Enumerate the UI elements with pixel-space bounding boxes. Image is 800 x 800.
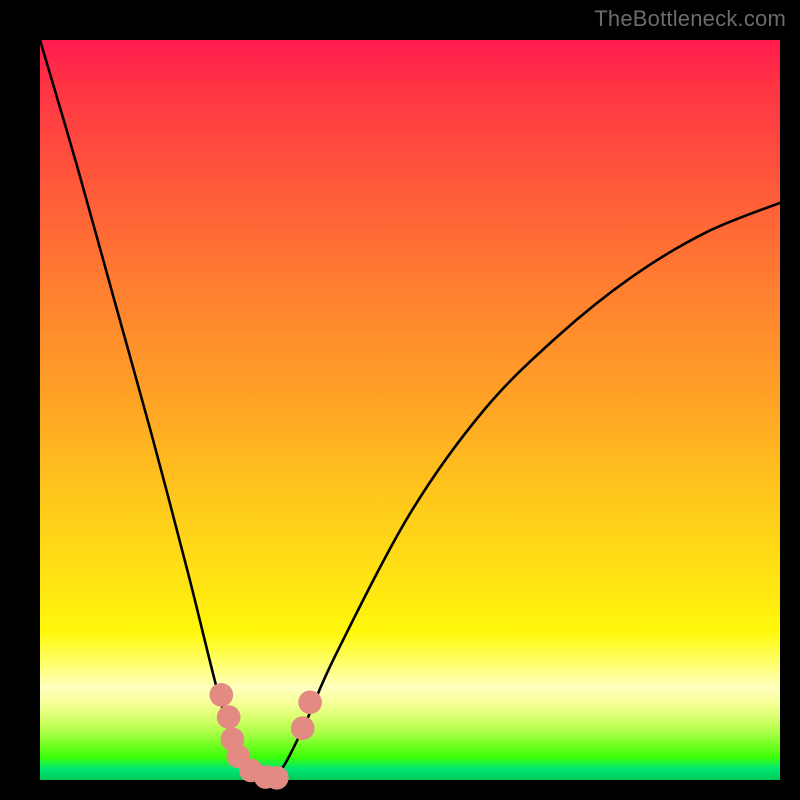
- curve-marker: [217, 705, 241, 729]
- curve-marker: [291, 716, 315, 740]
- plot-area: [40, 40, 780, 780]
- curve-markers: [209, 683, 321, 790]
- curve-marker: [265, 766, 289, 790]
- curve-marker: [209, 683, 233, 707]
- curve-svg: [40, 40, 780, 780]
- chart-frame: TheBottleneck.com: [0, 0, 800, 800]
- curve-marker: [298, 690, 322, 714]
- watermark-text: TheBottleneck.com: [594, 6, 786, 32]
- bottleneck-curve: [40, 40, 780, 782]
